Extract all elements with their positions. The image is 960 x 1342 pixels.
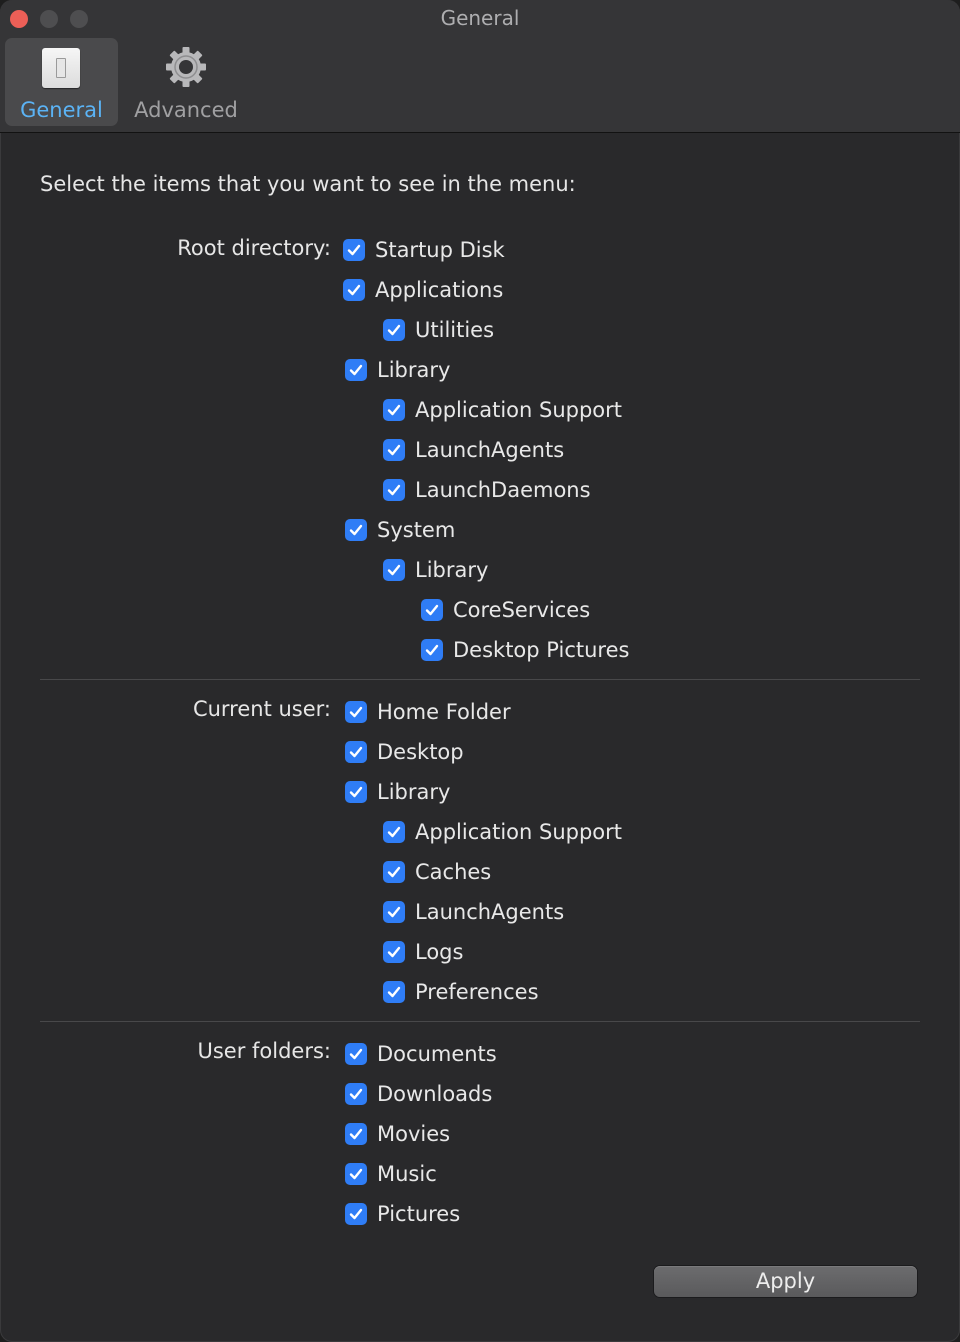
checkbox-label: Preferences [415,980,539,1004]
checkbox-checked-icon [345,1083,367,1105]
user-folders-label: User folders: [197,1039,331,1063]
checkbox-user-library[interactable]: Library [345,777,450,807]
gear-icon [166,47,206,87]
checkbox-label: CoreServices [453,598,591,622]
checkbox-caches[interactable]: Caches [383,857,491,887]
checkbox-music[interactable]: Music [345,1159,437,1189]
checkbox-label: Caches [415,860,492,884]
checkbox-checked-icon [383,901,405,923]
checkbox-checked-icon [383,559,405,581]
checkbox-label: Music [377,1162,437,1186]
checkbox-checked-icon [345,519,367,541]
checkbox-application-support[interactable]: Application Support [383,395,622,425]
checkbox-utilities[interactable]: Utilities [383,315,494,345]
preferences-window: General General Advanced Select the item… [0,0,960,1342]
checkbox-movies[interactable]: Movies [345,1119,450,1149]
checkbox-label: Application Support [415,398,623,422]
checkbox-checked-icon [383,981,405,1003]
section-divider [40,679,920,680]
checkbox-label: Logs [415,940,464,964]
checkbox-label: LaunchAgents [415,438,565,462]
checkbox-label: Application Support [415,820,623,844]
checkbox-core-services[interactable]: CoreServices [421,595,590,625]
checkbox-applications[interactable]: Applications [343,275,503,305]
checkbox-startup-disk[interactable]: Startup Disk [343,235,505,265]
checkbox-checked-icon [343,239,365,261]
checkbox-label: Pictures [377,1202,461,1226]
checkbox-checked-icon [383,399,405,421]
checkbox-desktop-pictures[interactable]: Desktop Pictures [421,635,629,665]
checkbox-logs[interactable]: Logs [383,937,463,967]
checkbox-checked-icon [345,701,367,723]
checkbox-label: Library [377,780,451,804]
checkbox-label: Applications [375,278,504,302]
checkbox-label: Desktop [377,740,464,764]
checkbox-label: LaunchDaemons [415,478,591,502]
checkbox-documents[interactable]: Documents [345,1039,497,1069]
checkbox-user-launch-agents[interactable]: LaunchAgents [383,897,564,927]
tab-general[interactable]: General [5,38,118,126]
tab-advanced[interactable]: Advanced [128,38,244,126]
tab-general-label: General [20,98,103,122]
checkbox-checked-icon [345,1203,367,1225]
checkbox-label: Desktop Pictures [453,638,630,662]
checkbox-launch-agents[interactable]: LaunchAgents [383,435,564,465]
checkbox-checked-icon [383,439,405,461]
checkbox-downloads[interactable]: Downloads [345,1079,492,1109]
checkbox-checked-icon [383,821,405,843]
checkbox-user-application-support[interactable]: Application Support [383,817,622,847]
checkbox-label: Startup Disk [375,238,505,262]
section-divider [40,1021,920,1022]
general-preferences-icon [42,48,80,88]
checkbox-checked-icon [383,861,405,883]
checkbox-checked-icon [345,781,367,803]
instructions-heading: Select the items that you want to see in… [40,172,576,196]
window-title: General [440,6,520,30]
checkbox-label: Home Folder [377,700,511,724]
checkbox-checked-icon [345,1123,367,1145]
checkbox-label: Downloads [377,1082,493,1106]
checkbox-label: Library [377,358,451,382]
checkbox-label: Movies [377,1122,451,1146]
checkbox-label: Utilities [415,318,495,342]
checkbox-checked-icon [345,741,367,763]
checkbox-library[interactable]: Library [345,355,450,385]
checkbox-checked-icon [345,359,367,381]
checkbox-preferences[interactable]: Preferences [383,977,539,1007]
checkbox-checked-icon [345,1043,367,1065]
checkbox-checked-icon [343,279,365,301]
checkbox-system-library[interactable]: Library [383,555,488,585]
checkbox-pictures[interactable]: Pictures [345,1199,460,1229]
checkbox-home-folder[interactable]: Home Folder [345,697,511,727]
apply-button[interactable]: Apply [654,1266,917,1297]
toolbar: General General Advanced [0,0,960,133]
checkbox-checked-icon [383,941,405,963]
checkbox-checked-icon [383,319,405,341]
checkbox-label: Library [415,558,489,582]
checkbox-checked-icon [383,479,405,501]
current-user-label: Current user: [192,697,331,721]
checkbox-checked-icon [421,599,443,621]
tab-advanced-label: Advanced [134,98,238,122]
root-directory-label: Root directory: [177,236,331,260]
checkbox-label: LaunchAgents [415,900,565,924]
checkbox-checked-icon [421,639,443,661]
checkbox-launch-daemons[interactable]: LaunchDaemons [383,475,591,505]
checkbox-desktop[interactable]: Desktop [345,737,464,767]
checkbox-system[interactable]: System [345,515,455,545]
checkbox-checked-icon [345,1163,367,1185]
checkbox-label: Documents [377,1042,497,1066]
checkbox-label: System [377,518,456,542]
